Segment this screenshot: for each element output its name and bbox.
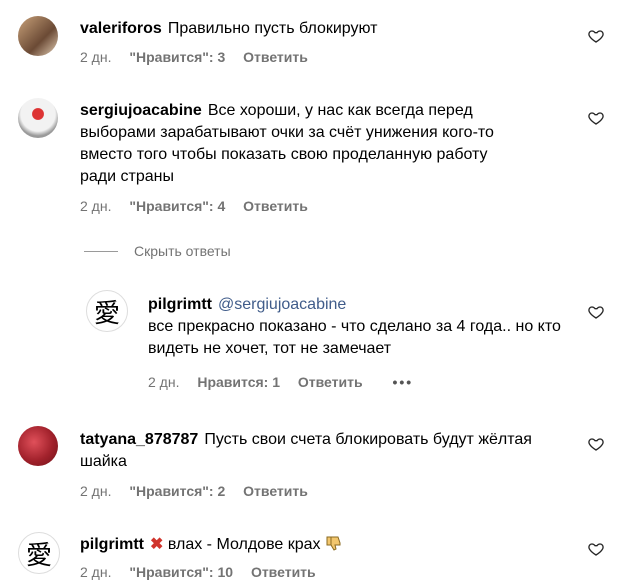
avatar-glyph: 愛 bbox=[93, 298, 120, 329]
comment-time[interactable]: 2 дн. bbox=[80, 198, 111, 214]
divider bbox=[84, 250, 118, 252]
avatar[interactable] bbox=[18, 426, 58, 466]
heart-icon[interactable] bbox=[588, 110, 604, 126]
comment-likes[interactable]: "Нравится": 3 bbox=[129, 49, 225, 65]
reply-button[interactable]: Ответить bbox=[243, 483, 308, 499]
more-options-icon[interactable]: ••• bbox=[392, 374, 413, 390]
heart-icon[interactable] bbox=[588, 304, 604, 320]
reply-username[interactable]: pilgrimtt bbox=[148, 296, 212, 313]
comment-likes[interactable]: "Нравится": 2 bbox=[129, 483, 225, 499]
heart-icon[interactable] bbox=[588, 436, 604, 452]
reply-button[interactable]: Ответить bbox=[251, 564, 316, 580]
reply-likes[interactable]: Нравится: 1 bbox=[197, 374, 280, 390]
heart-icon[interactable] bbox=[588, 541, 604, 557]
heart-icon[interactable] bbox=[588, 28, 604, 44]
avatar[interactable]: 愛 bbox=[86, 290, 128, 332]
comment-username[interactable]: sergiujoacabine bbox=[80, 102, 202, 119]
mention-link[interactable]: @sergiujoacabine bbox=[218, 296, 346, 313]
comment-likes[interactable]: "Нравится": 10 bbox=[129, 564, 233, 580]
thumbs-down-icon bbox=[326, 536, 341, 551]
comment-time[interactable]: 2 дн. bbox=[80, 564, 111, 580]
reply-text: все прекрасно показано - что сделано за … bbox=[148, 318, 561, 357]
comment-username[interactable]: pilgrimtt bbox=[80, 536, 144, 553]
avatar[interactable]: 愛 bbox=[18, 532, 60, 574]
reply-button[interactable]: Ответить bbox=[298, 374, 363, 390]
comment-text: влах - Молдове крах bbox=[167, 536, 321, 553]
avatar[interactable] bbox=[18, 98, 58, 138]
avatar-glyph: 愛 bbox=[25, 540, 52, 571]
hide-replies-label[interactable]: Скрыть ответы bbox=[134, 243, 231, 259]
comment-username[interactable]: valeriforos bbox=[80, 20, 162, 37]
reply-button[interactable]: Ответить bbox=[243, 49, 308, 65]
comment-username[interactable]: tatyana_878787 bbox=[80, 431, 198, 448]
comment-time[interactable]: 2 дн. bbox=[80, 49, 111, 65]
comment-likes[interactable]: "Нравится": 4 bbox=[129, 198, 225, 214]
reply-time[interactable]: 2 дн. bbox=[148, 374, 179, 390]
reply-button[interactable]: Ответить bbox=[243, 198, 308, 214]
comment-time[interactable]: 2 дн. bbox=[80, 483, 111, 499]
cross-mark-icon: ✖ bbox=[150, 536, 164, 553]
avatar[interactable] bbox=[18, 16, 58, 56]
comment-text: Правильно пусть блокируют bbox=[167, 20, 378, 37]
hide-replies-button[interactable]: Скрыть ответы bbox=[84, 243, 231, 259]
